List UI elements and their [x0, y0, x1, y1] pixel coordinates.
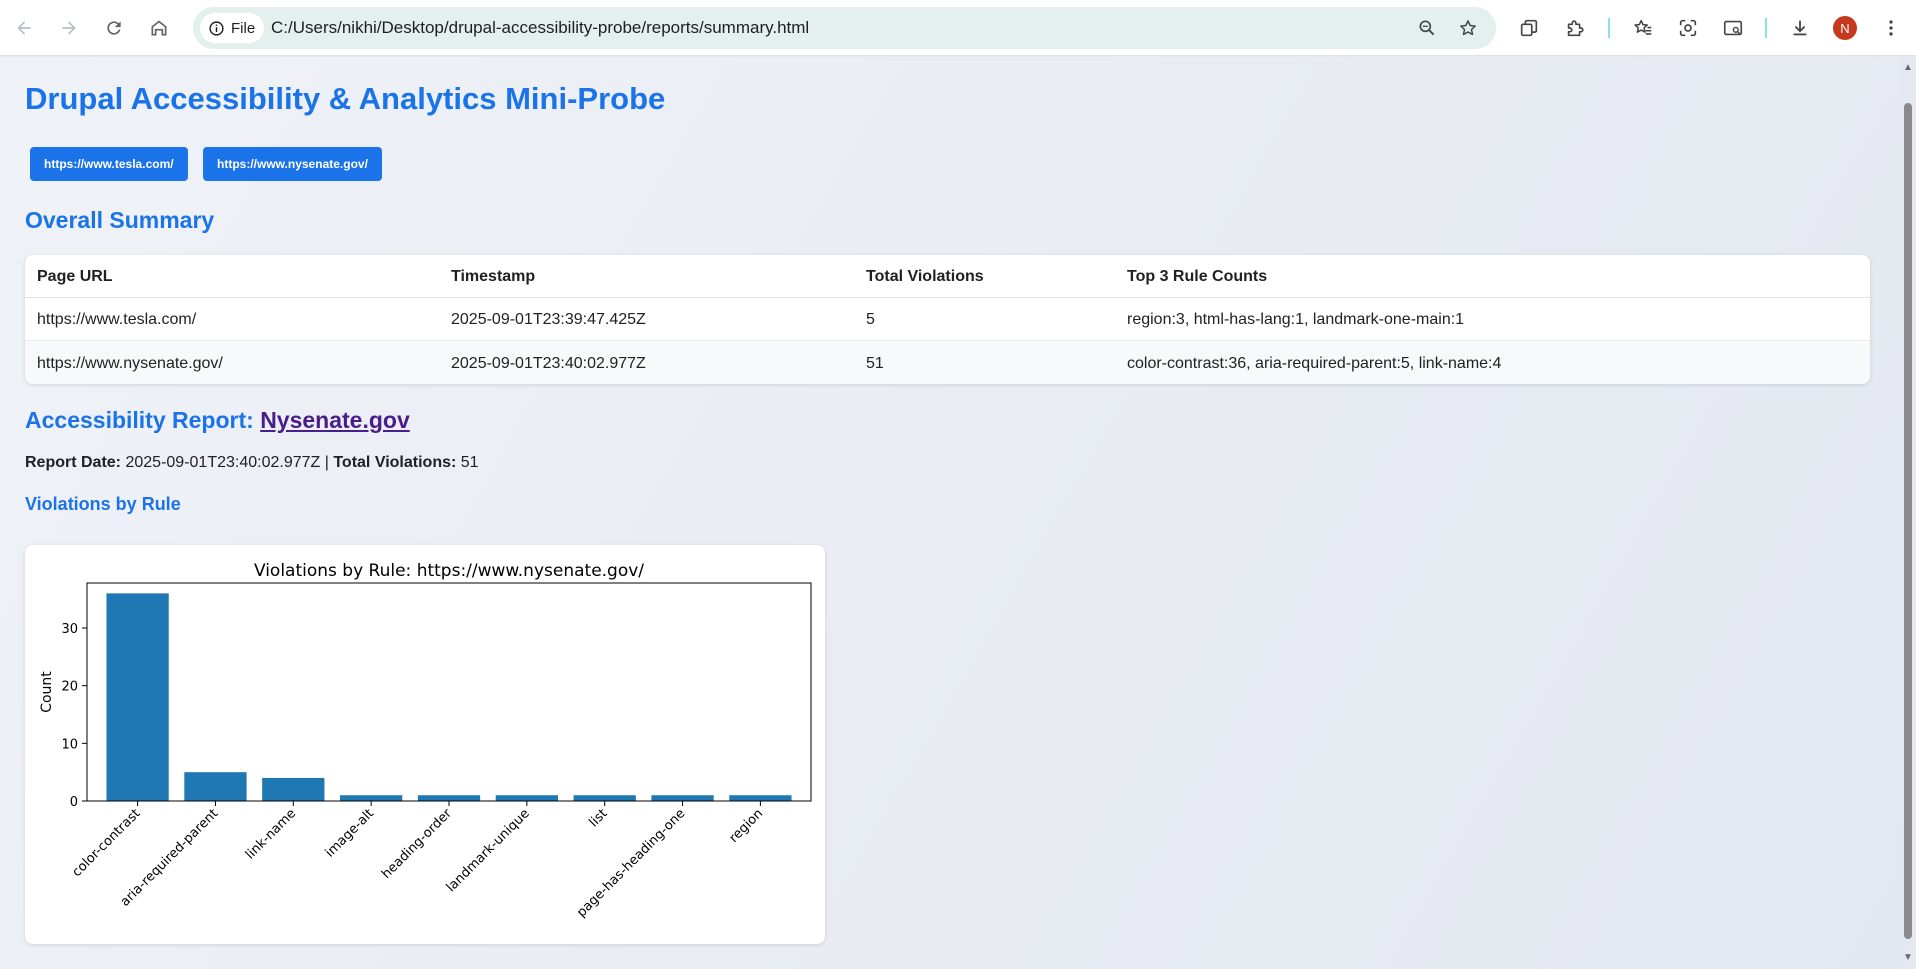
summary-table: Page URL Timestamp Total Violations Top … — [25, 255, 1870, 384]
reading-list-button[interactable] — [1629, 14, 1657, 42]
forward-button[interactable] — [51, 10, 87, 46]
chart-title: Violations by Rule: https://www.nysenate… — [254, 561, 644, 581]
table-row: https://www.tesla.com/ 2025-09-01T23:39:… — [25, 298, 1870, 341]
report-date-label: Report Date: — [25, 454, 122, 471]
chart-bar — [651, 795, 714, 801]
vertical-scrollbar[interactable]: ▲ ▼ — [1900, 57, 1916, 969]
chart-card: Violations by Rule: https://www.nysenate… — [25, 545, 825, 944]
chart-bar — [262, 777, 325, 801]
table-header: Top 3 Rule Counts — [1127, 268, 1268, 285]
lens-icon — [1679, 19, 1697, 37]
info-icon — [209, 20, 224, 36]
y-tick-label: 10 — [61, 737, 78, 752]
downloads-button[interactable] — [1786, 14, 1814, 42]
lens-button[interactable] — [1674, 14, 1702, 42]
puzzle-icon — [1567, 20, 1584, 37]
address-text[interactable]: C:/Users/nikhi/Desktop/drupal-accessibil… — [271, 7, 809, 49]
chart-bar — [106, 593, 169, 801]
total-violations-value: 51 — [460, 454, 479, 471]
more-vert-icon — [1889, 20, 1893, 36]
chart-bar — [495, 795, 558, 801]
site-info-chip[interactable]: File — [200, 13, 265, 43]
meta-separator: | — [324, 454, 329, 471]
plot-frame — [86, 582, 812, 802]
reload-button[interactable] — [96, 10, 132, 46]
report-meta: Report Date: 2025-09-01T23:40:02.977Z | … — [25, 454, 479, 472]
file-chip-label: File — [231, 19, 256, 37]
home-button[interactable] — [141, 10, 177, 46]
x-tick-label: heading-order — [379, 806, 455, 882]
profile-avatar[interactable]: N — [1833, 16, 1857, 40]
table-cell: 51 — [866, 355, 884, 372]
report-site-link[interactable]: Nysenate.gov — [260, 407, 410, 433]
table-header: Timestamp — [451, 268, 536, 285]
x-tick-label: image-alt — [323, 806, 377, 860]
star-icon — [1460, 20, 1476, 36]
forward-arrow-icon — [62, 21, 76, 35]
url-button-nysenate[interactable]: https://www.nysenate.gov/ — [203, 147, 382, 181]
table-header-row: Page URL Timestamp Total Violations Top … — [25, 255, 1870, 298]
x-tick-label: color-contrast — [70, 806, 144, 880]
report-heading-prefix: Accessibility Report: — [25, 407, 254, 433]
zoom-icon — [1419, 20, 1435, 36]
x-tick-label: link-name — [243, 806, 299, 862]
menu-button[interactable] — [1877, 14, 1905, 42]
table-cell: 2025-09-01T23:39:47.425Z — [451, 311, 646, 328]
x-tick-label: list — [586, 806, 610, 830]
toolbar-divider — [1608, 18, 1610, 38]
y-tick-label: 20 — [61, 680, 78, 695]
star-list-icon — [1634, 19, 1652, 35]
chart-bar — [729, 795, 792, 801]
chart-bar — [573, 795, 636, 801]
zoom-button[interactable] — [1414, 15, 1440, 41]
report-heading: Accessibility Report: Nysenate.gov — [25, 407, 410, 434]
toolbar-divider-2 — [1765, 18, 1767, 38]
summary-heading: Overall Summary — [25, 207, 215, 233]
tab-groups-button[interactable] — [1515, 14, 1543, 42]
y-axis-label: Count — [39, 671, 55, 713]
table-cell: region:3, html-has-lang:1, landmark-one-… — [1127, 311, 1465, 328]
table-cell: 2025-09-01T23:40:02.977Z — [451, 355, 646, 372]
chart-bar — [340, 795, 403, 801]
total-violations-label: Total Violations: — [333, 454, 457, 471]
address-bar[interactable]: File C:/Users/nikhi/Desktop/drupal-acces… — [193, 7, 1496, 49]
table-cell: 5 — [866, 311, 875, 328]
url-button-tesla[interactable]: https://www.tesla.com/ — [30, 147, 188, 181]
table-cell: https://www.nysenate.gov/ — [37, 355, 223, 372]
tab-groups-icon — [1520, 19, 1538, 37]
search-page-button[interactable] — [1719, 14, 1747, 42]
scroll-down-icon[interactable]: ▼ — [1903, 953, 1913, 963]
bookmark-button[interactable] — [1455, 15, 1481, 41]
table-row: https://www.nysenate.gov/ 2025-09-01T23:… — [25, 342, 1870, 384]
browser-toolbar: File C:/Users/nikhi/Desktop/drupal-acces… — [0, 0, 1916, 56]
x-tick-label: landmark-unique — [444, 806, 533, 895]
search-page-icon — [1723, 20, 1743, 36]
y-tick-label: 30 — [61, 622, 78, 637]
x-tick-label: region — [727, 806, 767, 846]
scroll-up-icon[interactable]: ▲ — [1903, 63, 1913, 73]
scroll-thumb[interactable] — [1904, 103, 1912, 939]
chart-bar — [184, 772, 247, 801]
download-icon — [1793, 20, 1807, 36]
page-content: Drupal Accessibility & Analytics Mini-Pr… — [0, 57, 1900, 969]
reload-icon — [107, 21, 121, 35]
back-button[interactable] — [6, 10, 42, 46]
table-cell: color-contrast:36, aria-required-parent:… — [1127, 355, 1502, 372]
back-arrow-icon — [17, 21, 31, 35]
chart-bar — [417, 795, 481, 801]
table-header: Page URL — [37, 268, 113, 285]
page-title: Drupal Accessibility & Analytics Mini-Pr… — [25, 81, 666, 116]
extensions-button[interactable] — [1561, 14, 1589, 42]
violations-bar-chart: Violations by Rule: https://www.nysenate… — [39, 561, 812, 920]
y-tick-label: 0 — [70, 795, 78, 810]
report-date-value: 2025-09-01T23:40:02.977Z — [125, 454, 321, 471]
table-header: Total Violations — [866, 268, 984, 285]
chart-heading: Violations by Rule — [25, 494, 181, 514]
table-cell: https://www.tesla.com/ — [37, 311, 197, 328]
home-icon — [151, 20, 167, 36]
